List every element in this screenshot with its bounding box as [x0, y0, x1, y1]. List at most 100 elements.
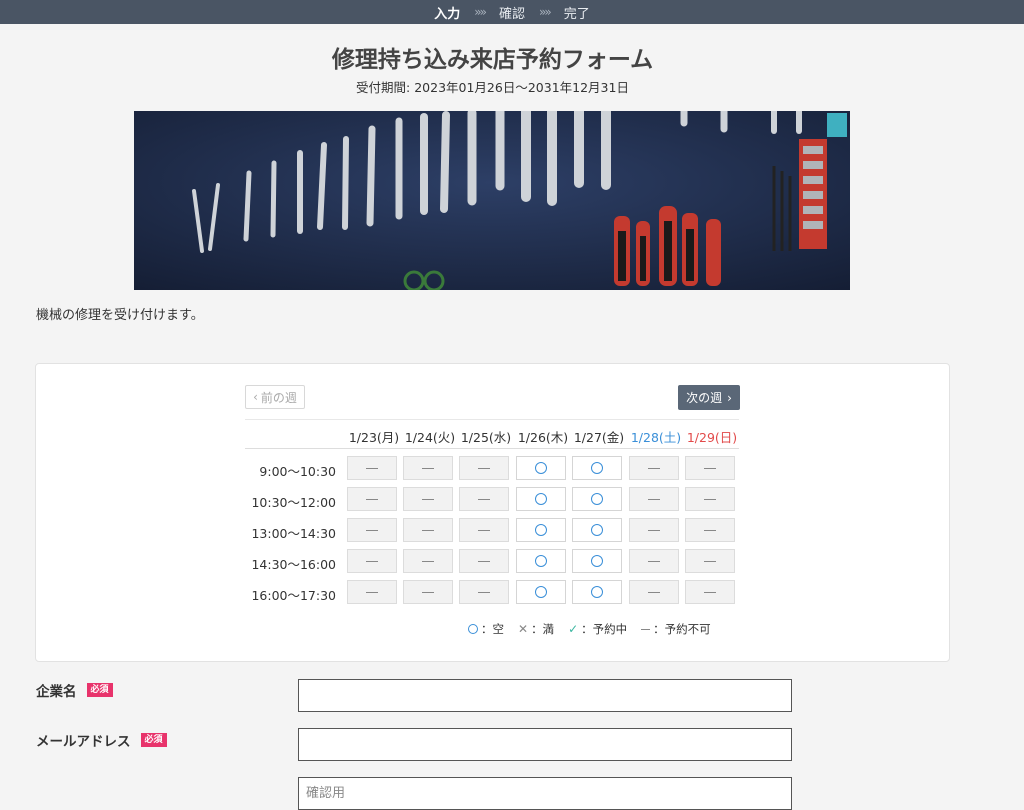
time-slot-cell	[459, 518, 509, 542]
step-separator-icon: »»	[474, 5, 487, 19]
day-header: 1/26(木)	[517, 430, 569, 445]
time-slot-label: 13:00～14:30	[251, 526, 336, 541]
time-slot-cell	[459, 580, 509, 604]
legend-unavailable: ：予約不可	[641, 621, 711, 637]
time-slot-cell	[347, 580, 397, 604]
time-slot-label: 10:30～12:00	[251, 495, 336, 510]
circle-icon	[535, 524, 547, 536]
company-name-label: 企業名 必須	[36, 680, 113, 700]
company-name-input[interactable]	[298, 679, 792, 712]
time-slot-cell	[629, 580, 679, 604]
circle-icon	[591, 462, 603, 474]
dash-icon	[704, 529, 716, 531]
page-title: 修理持ち込み来店予約フォーム	[331, 47, 654, 73]
time-slot-cell[interactable]	[572, 487, 622, 511]
time-slot-label: 16:00～17:30	[251, 588, 336, 603]
dash-icon	[366, 529, 378, 531]
time-slot-cell	[685, 549, 735, 573]
time-slot-cell	[403, 456, 453, 480]
time-slot-cell[interactable]	[516, 580, 566, 604]
time-slot-cell[interactable]	[516, 487, 566, 511]
time-slot-cell[interactable]	[572, 456, 622, 480]
day-header: 1/27(金)	[573, 430, 625, 445]
day-header-sunday: 1/29(日)	[686, 430, 738, 445]
dash-icon	[366, 498, 378, 500]
dash-icon	[422, 591, 434, 593]
time-slot-cell	[347, 456, 397, 480]
dash-icon	[648, 591, 660, 593]
circle-icon	[535, 586, 547, 598]
dash-icon	[704, 467, 716, 469]
day-header: 1/25(水)	[460, 430, 512, 445]
tools-wall-image	[134, 111, 850, 290]
time-slot-cell[interactable]	[572, 518, 622, 542]
time-slot-cell	[685, 580, 735, 604]
check-icon: ✓	[568, 622, 579, 636]
dash-icon	[422, 467, 434, 469]
circle-icon	[591, 524, 603, 536]
time-slot-cell	[403, 580, 453, 604]
time-slot-cell	[629, 518, 679, 542]
prev-week-button[interactable]: ‹ 前の週	[245, 385, 305, 409]
dash-icon	[648, 560, 660, 562]
next-week-button[interactable]: 次の週 ›	[678, 385, 740, 410]
time-slot-cell	[629, 487, 679, 511]
email-label: メールアドレス 必須	[36, 730, 167, 750]
dash-icon	[704, 591, 716, 593]
day-header: 1/24(火)	[404, 430, 456, 445]
banner-image	[134, 111, 850, 290]
email-confirm-input[interactable]	[298, 777, 792, 810]
time-slot-cell[interactable]	[516, 549, 566, 573]
dash-icon	[366, 560, 378, 562]
time-slot-label: 14:30～16:00	[251, 557, 336, 572]
step-input: 入力	[434, 6, 461, 22]
time-slot-cell	[403, 549, 453, 573]
circle-icon	[535, 555, 547, 567]
time-slot-cell[interactable]	[572, 549, 622, 573]
reception-period: 受付期間: 2023年01月26日～2031年12月31日	[356, 80, 629, 95]
dash-icon	[422, 529, 434, 531]
time-slot-cell[interactable]	[516, 518, 566, 542]
day-header-saturday: 1/28(土)	[630, 430, 682, 445]
calendar-legend: ：空 ✕ ：満 ✓ ：予約中 ：予約不可	[468, 621, 711, 637]
dash-icon	[422, 560, 434, 562]
step-confirm: 確認	[498, 6, 525, 22]
reservation-calendar: ‹ 前の週 次の週 › 1/23(月) 1/24(火) 1/25(水) 1/26…	[35, 363, 950, 662]
email-input[interactable]	[298, 728, 792, 761]
dash-icon	[648, 498, 660, 500]
circle-icon	[535, 493, 547, 505]
dash-icon	[366, 591, 378, 593]
dash-icon	[641, 628, 651, 630]
time-slot-cell	[347, 487, 397, 511]
step-progress-bar: 入力 »» 確認 »» 完了	[0, 0, 1024, 24]
time-slot-cell	[685, 487, 735, 511]
dash-icon	[648, 467, 660, 469]
cross-icon: ✕	[518, 622, 529, 636]
time-slot-cell[interactable]	[572, 580, 622, 604]
chevron-left-icon: ‹	[253, 390, 258, 404]
circle-icon	[468, 624, 478, 634]
dash-icon	[478, 498, 490, 500]
day-header: 1/23(月)	[348, 430, 400, 445]
step-complete: 完了	[563, 6, 590, 22]
chevron-right-icon: ›	[727, 390, 732, 405]
dash-icon	[648, 529, 660, 531]
time-slot-cell	[347, 518, 397, 542]
dash-icon	[478, 591, 490, 593]
time-slot-cell[interactable]	[516, 456, 566, 480]
dash-icon	[478, 467, 490, 469]
circle-icon	[591, 493, 603, 505]
dash-icon	[704, 560, 716, 562]
divider	[245, 419, 739, 420]
time-slot-cell	[403, 518, 453, 542]
dash-icon	[422, 498, 434, 500]
dash-icon	[478, 529, 490, 531]
legend-full: ✕ ：満	[518, 622, 555, 636]
time-slot-cell	[459, 487, 509, 511]
time-slot-cell	[459, 549, 509, 573]
time-slot-label: 9:00～10:30	[259, 464, 336, 479]
circle-icon	[535, 462, 547, 474]
time-slot-cell	[459, 456, 509, 480]
dash-icon	[704, 498, 716, 500]
dash-icon	[478, 560, 490, 562]
